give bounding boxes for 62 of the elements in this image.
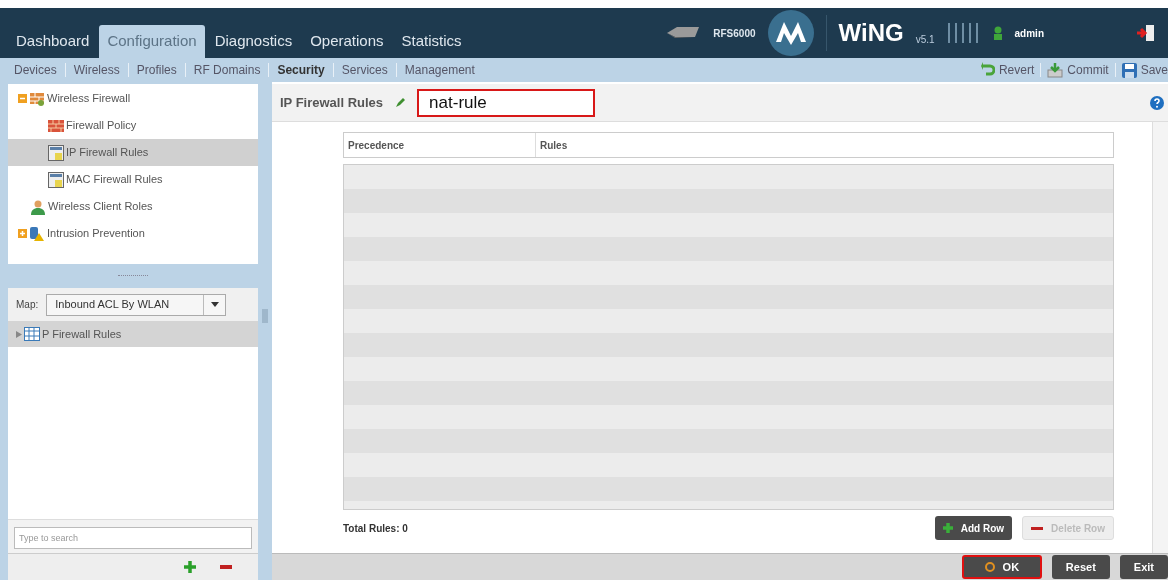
shield-warning-icon (29, 225, 45, 242)
toolbar-button[interactable]: Revert (980, 61, 1035, 79)
device-name: RFS6000 (713, 26, 756, 41)
toolbar-button[interactable]: Save (1121, 61, 1168, 79)
footer-button[interactable]: Reset (1051, 555, 1110, 579)
logout-icon[interactable] (1136, 23, 1156, 43)
logo-icon (767, 10, 814, 56)
tree-item[interactable]: Wireless Client Roles (8, 193, 258, 220)
column-header[interactable]: Rules (536, 133, 1113, 157)
nav-tab[interactable]: Dashboard (8, 25, 98, 58)
version-label: v5.1 (915, 32, 935, 47)
user-name: admin (1014, 26, 1044, 41)
tree-item[interactable]: IP Firewall Rules (8, 139, 258, 166)
add-row-button[interactable]: Add Row (934, 516, 1013, 540)
document-icon (48, 144, 64, 161)
ok-button[interactable]: OK (961, 555, 1042, 579)
sub-nav-item[interactable]: Profiles (136, 61, 177, 79)
column-header[interactable]: Precedence (344, 133, 536, 157)
tree-item[interactable]: MAC Firewall Rules (8, 166, 258, 193)
footer-button[interactable]: Exit (1119, 555, 1168, 579)
name-field[interactable]: nat-rule (417, 88, 596, 117)
tree-item[interactable]: Firewall Policy (8, 112, 258, 139)
toolbar-button[interactable]: Commit (1047, 61, 1109, 79)
sub-nav-item[interactable]: RF Domains (193, 61, 261, 79)
user-icon (30, 198, 46, 215)
download-tray-icon (1047, 62, 1064, 78)
search-field[interactable]: Type to search (14, 527, 252, 549)
brick-wall-icon (48, 119, 64, 132)
expand-arrow-icon[interactable] (16, 330, 22, 338)
router-icon (665, 25, 702, 41)
dropdown-arrow-icon (210, 302, 219, 307)
product-name: WiNG (838, 18, 904, 48)
pencil-icon (395, 97, 406, 108)
table-icon (24, 327, 40, 341)
add-icon[interactable] (184, 561, 196, 573)
nav-tab[interactable]: Diagnostics (206, 25, 301, 58)
sub-nav-item[interactable]: Services (341, 61, 388, 79)
undo-arrow-icon (980, 62, 995, 78)
tree-item[interactable]: P Firewall Rules (8, 321, 258, 347)
signal-bars-icon (946, 23, 981, 43)
expand-icon[interactable] (18, 229, 27, 238)
panel-title: IP Firewall Rules (280, 93, 384, 112)
map-label: Map: (16, 298, 39, 312)
tree-item[interactable]: Wireless Firewall (8, 85, 258, 112)
collapse-icon[interactable] (18, 94, 27, 103)
scrollbar[interactable] (1152, 122, 1168, 553)
collapse-handle[interactable] (262, 309, 268, 323)
plus-icon (942, 523, 953, 533)
sub-nav-item[interactable]: Wireless (73, 61, 120, 79)
total-rules-label: Total Rules: 0 (343, 521, 408, 536)
tree-item[interactable]: Intrusion Prevention (8, 220, 258, 247)
help-icon[interactable] (1150, 95, 1164, 110)
sub-nav-item[interactable]: Management (404, 61, 475, 79)
firewall-icon (29, 90, 45, 107)
sub-nav-item[interactable]: Security (277, 61, 325, 79)
user-icon (992, 26, 1003, 40)
nav-tab[interactable]: Operations (302, 25, 392, 58)
minus-icon (1031, 526, 1044, 530)
nav-tab[interactable]: Statistics (393, 25, 470, 58)
document-icon (48, 171, 64, 188)
sub-nav-item[interactable]: Devices (14, 61, 57, 79)
map-select[interactable]: Inbound ACL By WLAN (46, 293, 227, 316)
